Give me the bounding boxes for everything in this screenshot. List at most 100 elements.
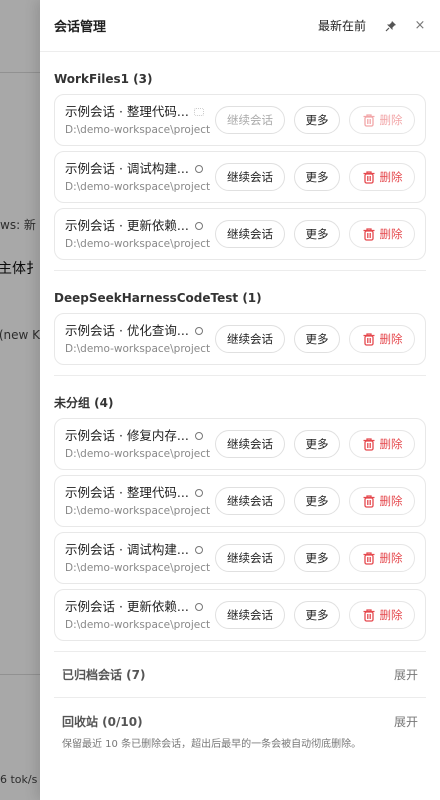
loading-indicator-icon [193, 107, 204, 116]
session-title-row: 示例会话 · 更新依赖... [65, 218, 209, 234]
session-path: D:\demo-workspace\project [65, 504, 211, 517]
archived-label: 已归档会话 (7) [62, 668, 146, 682]
session-card[interactable]: 示例会话 · 调试构建... D:\demo-workspace\project 继… [54, 532, 426, 584]
continue-session-button[interactable]: 继续会话 [215, 163, 285, 191]
group-divider [54, 270, 426, 271]
delete-button[interactable]: 删除 [349, 601, 415, 629]
status-dot-icon [194, 545, 203, 554]
delete-button[interactable]: 删除 [349, 487, 415, 515]
delete-button[interactable]: 删除 [349, 430, 415, 458]
drawer-title: 会话管理 [54, 20, 107, 35]
session-info: 示例会话 · 整理代码... D:\demo-workspace\project [65, 485, 211, 518]
more-button[interactable]: 更多 [294, 220, 340, 248]
session-path: D:\demo-workspace\project [65, 237, 211, 250]
delete-label: 删除 [379, 170, 403, 184]
session-title: 示例会话 · 优化查询... [65, 322, 189, 338]
session-info: 示例会话 · 优化查询... D:\demo-workspace\project [65, 323, 211, 356]
delete-button[interactable]: 删除 [349, 220, 415, 248]
more-button[interactable]: 更多 [294, 544, 340, 572]
delete-label: 删除 [379, 494, 403, 508]
more-button[interactable]: 更多 [294, 430, 340, 458]
session-card[interactable]: 示例会话 · 优化查询... D:\demo-workspace\project 继… [54, 313, 426, 365]
session-title: 示例会话 · 整理代码... [65, 484, 189, 500]
session-path: D:\demo-workspace\project [65, 618, 211, 631]
trash-icon [363, 228, 374, 241]
session-title-row: 示例会话 · 更新依赖... [65, 599, 209, 615]
status-dot-icon [194, 602, 203, 611]
session-title-row: 示例会话 · 整理代码... [65, 485, 209, 501]
delete-label: 删除 [379, 437, 403, 451]
session-info: 示例会话 · 调试构建... D:\demo-workspace\project [65, 161, 210, 194]
trash-icon [363, 333, 374, 346]
continue-session-button[interactable]: 继续会话 [215, 220, 285, 248]
trash-icon [363, 609, 374, 622]
session-title: 示例会话 · 调试构建... [65, 160, 189, 176]
session-title-row: 示例会话 · 调试构建... [65, 161, 209, 177]
continue-session-button[interactable]: 继续会话 [215, 487, 285, 515]
trash-icon [363, 552, 374, 565]
session-card[interactable]: 示例会话 · 修复内存... D:\demo-workspace\project 继… [54, 418, 426, 470]
continue-session-button[interactable]: 继续会话 [215, 106, 285, 134]
group-title: WorkFiles1 (3) [54, 72, 153, 86]
session-path: D:\demo-workspace\project [65, 342, 211, 355]
session-title-row: 示例会话 · 优化查询... [65, 323, 209, 339]
archived-sessions-section[interactable]: 已归档会话 (7) 展开 [54, 652, 426, 698]
archived-expand-button[interactable]: 展开 [394, 666, 418, 683]
session-card[interactable]: 示例会话 · 调试构建... D:\demo-workspace\project 继… [54, 151, 426, 203]
session-title-row: 示例会话 · 整理代码... [65, 104, 209, 120]
more-button[interactable]: 更多 [294, 106, 340, 134]
status-dot-icon [194, 431, 203, 440]
session-path: D:\demo-workspace\project [65, 123, 211, 136]
drawer-header: 会话管理 最新在前 × [40, 0, 440, 52]
session-info: 示例会话 · 整理代码... D:\demo-workspace\project [65, 104, 211, 137]
trash-icon [363, 495, 374, 508]
group-divider [54, 375, 426, 376]
more-button[interactable]: 更多 [294, 163, 340, 191]
session-info: 示例会话 · 调试构建... D:\demo-workspace\project [65, 542, 211, 575]
continue-session-button[interactable]: 继续会话 [215, 430, 285, 458]
session-path: D:\demo-workspace\project [65, 447, 211, 460]
delete-label: 删除 [379, 551, 403, 565]
status-dot-icon [194, 326, 203, 335]
continue-session-button[interactable]: 继续会话 [215, 325, 285, 353]
continue-session-button[interactable]: 继续会话 [215, 544, 285, 572]
session-title-row: 示例会话 · 调试构建... [65, 542, 209, 558]
session-title: 示例会话 · 更新依赖... [65, 598, 189, 614]
session-manager-drawer: 会话管理 最新在前 × WorkFiles1 (3) 示例会话 · 整理代码...… [40, 0, 440, 800]
trash-icon [363, 114, 374, 127]
status-dot-icon [194, 221, 203, 230]
delete-button[interactable]: 删除 [349, 106, 415, 134]
more-button[interactable]: 更多 [294, 325, 340, 353]
delete-button[interactable]: 删除 [349, 163, 415, 191]
session-path: D:\demo-workspace\project [65, 561, 211, 574]
session-card[interactable]: 示例会话 · 更新依赖... D:\demo-workspace\project 继… [54, 208, 426, 260]
session-card[interactable]: 示例会话 · 整理代码... D:\demo-workspace\project 继… [54, 94, 426, 146]
drawer-body: WorkFiles1 (3) 示例会话 · 整理代码... D:\demo-work… [40, 72, 440, 752]
more-button[interactable]: 更多 [294, 487, 340, 515]
trash-icon [363, 438, 374, 451]
delete-label: 删除 [379, 608, 403, 622]
trash-note: 保留最近 10 条已删除会话，超出后最早的一条会被自动彻底删除。 [62, 739, 362, 750]
status-dot-icon [194, 164, 203, 173]
delete-button[interactable]: 删除 [349, 325, 415, 353]
session-info: 示例会话 · 修复内存... D:\demo-workspace\project [65, 428, 211, 461]
sort-order-button[interactable]: 最新在前 [318, 17, 366, 34]
delete-label: 删除 [379, 227, 403, 241]
group-title: DeepSeekHarnessCodeTest (1) [54, 291, 262, 305]
close-icon[interactable]: × [414, 18, 426, 33]
delete-label: 删除 [379, 113, 403, 127]
session-title: 示例会话 · 更新依赖... [65, 217, 189, 233]
status-dot-icon [194, 488, 203, 497]
trash-expand-button[interactable]: 展开 [394, 713, 418, 730]
pin-icon[interactable] [384, 19, 398, 33]
session-info: 示例会话 · 更新依赖... D:\demo-workspace\project [65, 599, 211, 632]
session-title-row: 示例会话 · 修复内存... [65, 428, 209, 444]
delete-button[interactable]: 删除 [349, 544, 415, 572]
delete-label: 删除 [379, 332, 403, 346]
continue-session-button[interactable]: 继续会话 [215, 601, 285, 629]
session-title: 示例会话 · 整理代码... [65, 103, 189, 119]
session-card[interactable]: 示例会话 · 整理代码... D:\demo-workspace\project 继… [54, 475, 426, 527]
session-card[interactable]: 示例会话 · 更新依赖... D:\demo-workspace\project 继… [54, 589, 426, 641]
more-button[interactable]: 更多 [294, 601, 340, 629]
trash-icon [363, 171, 374, 184]
